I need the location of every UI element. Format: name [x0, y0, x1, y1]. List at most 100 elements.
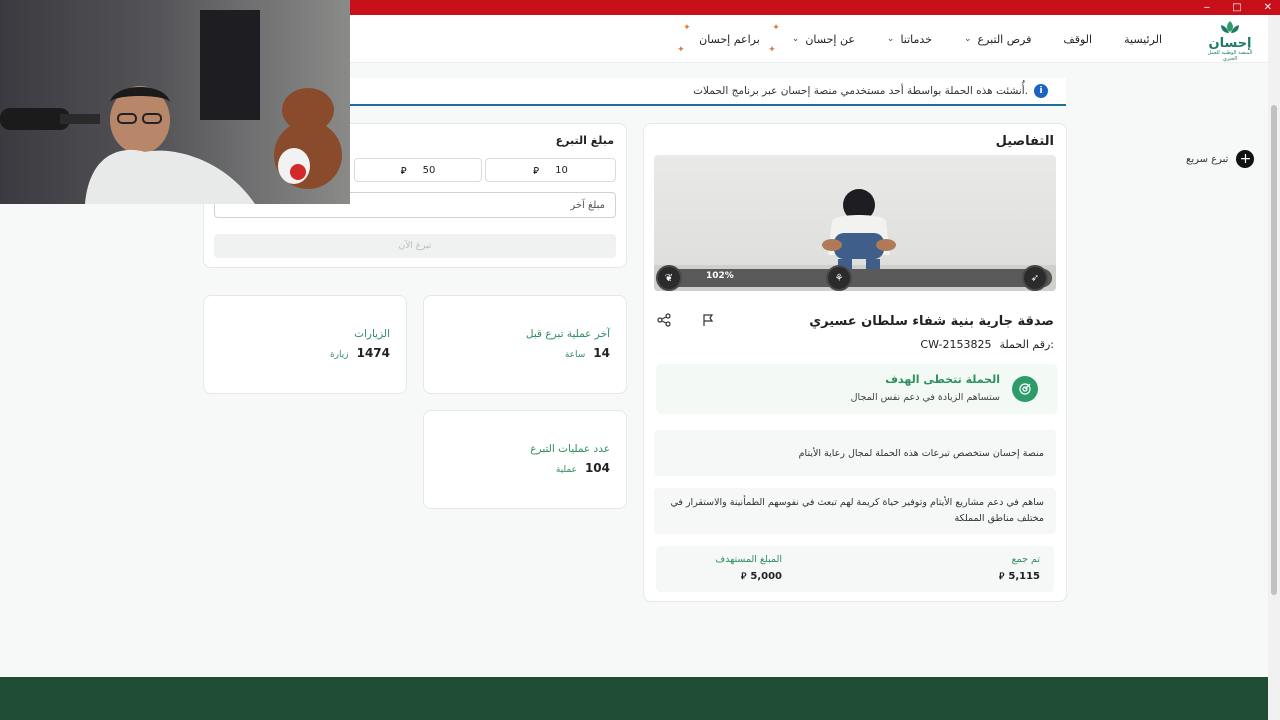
riyal-icon: ⃁: [999, 572, 1005, 582]
nav-ihsan-buds[interactable]: براعم إحسان ✦ ✦ ✦ ✦: [677, 23, 780, 55]
goal-title: الحملة تتخطى الهدف: [885, 373, 1000, 386]
amount-option-10-label: 10: [555, 164, 568, 176]
campaign-image: ❦ 102% ⚘ ➶: [654, 155, 1056, 291]
goal-subtitle: ستساهم الزيادة في دعم نفس المجال: [850, 392, 1000, 403]
footer: [0, 677, 1268, 720]
visits-unit: زيارة: [329, 350, 349, 360]
donation-count-value-row: 104 عملية: [556, 461, 610, 475]
donation-count-card: عدد عمليات التبرع 104 عملية: [423, 410, 627, 509]
tree-icon: ❦: [656, 265, 682, 291]
window-controls: ‒ □ ✕: [1204, 0, 1272, 15]
share-icon[interactable]: [656, 312, 672, 328]
visits-card: الزيارات 1474 زيارة: [203, 295, 407, 394]
nav-services-label: خدماتنا: [900, 32, 932, 46]
chevron-down-icon: ⌄: [791, 34, 800, 44]
close-icon[interactable]: ✕: [1264, 2, 1272, 13]
nav-waqf[interactable]: الوقف: [1047, 33, 1108, 46]
last-donation-label: آخر عملية تبرع قبل: [525, 328, 610, 340]
amount-option-10[interactable]: ⃁ 10: [485, 158, 616, 182]
sparkle-icon: ✦: [772, 22, 780, 33]
donation-count-value: 104: [584, 461, 610, 475]
quick-donate-button[interactable]: + تبرع سريع: [1186, 148, 1255, 170]
target-icon: [1012, 376, 1038, 402]
campaign-details-card: التفاصيل ❦ 102% ⚘ ➶ صدقة جارية بنية شفاء…: [643, 123, 1067, 602]
sprout-icon: ⚘: [826, 265, 852, 291]
logo-leaf-icon: [1221, 21, 1239, 33]
target-value: 5,000: [750, 571, 782, 582]
other-amount-placeholder: مبلغ آخر: [570, 199, 605, 211]
nav-about-label: عن إحسان: [805, 32, 855, 46]
campaign-progress-bar: ❦ 102% ⚘ ➶: [656, 265, 1052, 291]
riyal-icon: ⃁: [533, 165, 540, 177]
allocation-note: منصة إحسان ستخصص تبرعات هذه الحملة لمجال…: [654, 430, 1056, 476]
quick-donate-label: تبرع سريع: [1186, 153, 1229, 165]
webcam-microphone: [0, 108, 100, 130]
visits-value: 1474: [356, 346, 390, 360]
plus-icon: +: [1236, 150, 1255, 168]
riyal-icon: ⃁: [741, 572, 747, 582]
chevron-down-icon: ⌄: [964, 34, 972, 44]
campaign-title: صدقة جارية بنية شفاء سلطان عسيري: [809, 314, 1054, 329]
webcam-plush-toys: [274, 88, 342, 189]
last-donation-unit: ساعة: [564, 350, 586, 360]
progress-percent: 102%: [706, 271, 734, 281]
nav-waqf-label: الوقف: [1063, 32, 1093, 46]
allocation-note-text: منصة إحسان ستخصص تبرعات هذه الحملة لمجال…: [798, 447, 1044, 459]
nav-about[interactable]: عن إحسان ⌄: [776, 33, 871, 46]
nav-home-label: الرئيسية: [1124, 32, 1162, 46]
description-note: ساهم في دعم مشاريع الأيتام وتوفير حياة ك…: [654, 488, 1056, 534]
target-label: المبلغ المستهدف: [715, 554, 782, 565]
campaign-number: رقم الحملة: CW-2153825: [920, 338, 1054, 351]
goal-exceeded-box: الحملة تتخطى الهدف ستساهم الزيادة في دعم…: [656, 364, 1058, 414]
collected-value: 5,115: [1008, 571, 1040, 582]
campaign-number-label: رقم الحملة:: [999, 338, 1054, 351]
watering-icon: ➶: [1022, 265, 1048, 291]
target-value-row: 5,000 ⃁: [715, 571, 782, 582]
nav-services[interactable]: خدماتنا ⌄: [871, 33, 948, 46]
logo-subtitle: المنصة الوطنية للعمل الخيري: [1207, 50, 1253, 62]
visits-value-row: 1474 زيارة: [330, 346, 390, 360]
scrollbar-thumb[interactable]: [1271, 105, 1277, 595]
child-photo: [822, 189, 896, 273]
campaign-notice: i أُنشئت هذه الحملة بواسطة أحد مستخدمي م…: [350, 78, 1066, 106]
donation-count-unit: عملية: [555, 465, 577, 475]
notice-text: أُنشئت هذه الحملة بواسطة أحد مستخدمي منص…: [693, 85, 1028, 97]
collected-label: تم جمع: [1011, 554, 1040, 565]
campaign-number-value: CW-2153825: [920, 338, 992, 351]
sparkle-icon: ✦: [768, 44, 776, 55]
collected-value-row: 5,115 ⃁: [999, 571, 1040, 582]
nav-donation-opportunities[interactable]: فرص التبرع ⌄: [948, 33, 1047, 46]
flag-icon[interactable]: [700, 312, 716, 328]
visits-label: الزيارات: [354, 328, 390, 340]
chevron-down-icon: ⌄: [886, 34, 895, 44]
last-donation-value: 14: [593, 346, 610, 360]
description-note-text: ساهم في دعم مشاريع الأيتام وتوفير حياة ك…: [670, 497, 1044, 524]
amount-option-50[interactable]: ⃁ 50: [354, 158, 482, 182]
page-scrollbar[interactable]: [1268, 15, 1280, 720]
nav-home[interactable]: الرئيسية: [1108, 33, 1178, 46]
sparkle-icon: ✦: [677, 44, 685, 55]
riyal-icon: ⃁: [400, 165, 407, 177]
last-donation-card: آخر عملية تبرع قبل 14 ساعة: [423, 295, 627, 394]
nav-ihsan-buds-label: براعم إحسان: [699, 32, 760, 46]
donate-now-button[interactable]: تبرع الآن: [214, 234, 616, 258]
webcam-person: [85, 86, 255, 204]
campaign-actions: [656, 312, 716, 328]
nav-links: الرئيسية الوقف فرص التبرع ⌄ خدماتنا ⌄ عن إ…: [677, 15, 1178, 63]
collected-amount: تم جمع 5,115 ⃁: [999, 554, 1040, 582]
info-icon: i: [1034, 84, 1048, 98]
amount-option-50-label: 50: [422, 164, 436, 176]
nav-donation-opportunities-label: فرص التبرع: [977, 32, 1032, 46]
details-title: التفاصيل: [995, 134, 1054, 149]
donation-count-label: عدد عمليات التبرع: [530, 443, 610, 455]
minimize-icon[interactable]: ‒: [1204, 2, 1210, 13]
webcam-overlay: [0, 0, 350, 204]
sparkle-icon: ✦: [683, 22, 691, 33]
logo-text: إحسان: [1208, 36, 1252, 51]
target-amount: المبلغ المستهدف 5,000 ⃁: [715, 554, 782, 582]
amounts-box: تم جمع 5,115 ⃁ المبلغ المستهدف 5,000 ⃁: [656, 546, 1054, 592]
last-donation-value-row: 14 ساعة: [565, 346, 610, 360]
logo[interactable]: إحسان المنصة الوطنية للعمل الخيري: [1206, 19, 1254, 62]
maximize-icon[interactable]: □: [1232, 2, 1241, 13]
donation-title: مبلغ التبرع: [555, 134, 614, 147]
